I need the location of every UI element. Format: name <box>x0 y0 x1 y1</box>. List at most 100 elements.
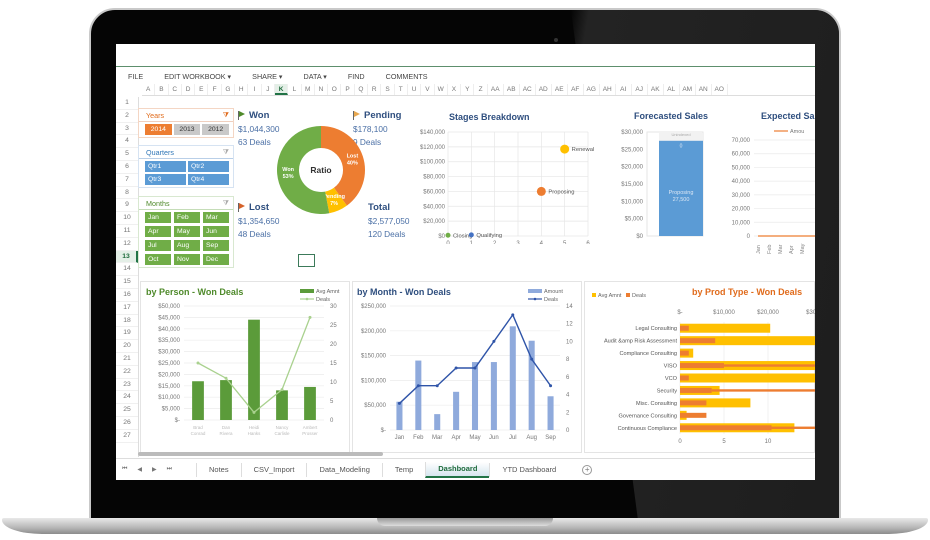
tab-data-modeling[interactable]: Data_Modeling <box>306 462 381 477</box>
column-header-G[interactable]: G <box>222 84 236 95</box>
first-sheet-icon[interactable]: ⏮ <box>122 466 127 473</box>
row-header-3[interactable]: 3 <box>116 123 138 136</box>
row-header-8[interactable]: 8 <box>116 187 138 200</box>
month-button-jan[interactable]: Jan <box>145 212 171 223</box>
column-header-R[interactable]: R <box>368 84 382 95</box>
column-header-AJ[interactable]: AJ <box>632 84 648 95</box>
tab-csv-import[interactable]: CSV_Import <box>240 462 307 477</box>
month-button-jun[interactable]: Jun <box>203 226 229 237</box>
row-header-23[interactable]: 23 <box>116 379 138 392</box>
month-button-apr[interactable]: Apr <box>145 226 171 237</box>
quarter-button-qtr2[interactable]: Qtr2 <box>188 161 229 172</box>
column-header-I[interactable]: I <box>248 84 262 95</box>
row-header-15[interactable]: 15 <box>116 276 138 289</box>
menu-item-data[interactable]: DATA ▾ <box>292 70 336 84</box>
column-header-B[interactable]: B <box>155 84 169 95</box>
quarter-button-qtr4[interactable]: Qtr4 <box>188 174 229 185</box>
menu-item-find[interactable]: FIND <box>336 70 374 84</box>
column-header-Y[interactable]: Y <box>461 84 475 95</box>
row-header-1[interactable]: 1 <box>116 97 138 110</box>
clear-filter-icon[interactable]: ⧩ <box>223 109 229 121</box>
column-header-AK[interactable]: AK <box>648 84 664 95</box>
row-header-20[interactable]: 20 <box>116 340 138 353</box>
prev-sheet-icon[interactable]: ◀ <box>137 466 142 473</box>
column-header-A[interactable]: A <box>142 84 156 95</box>
month-button-mar[interactable]: Mar <box>203 212 229 223</box>
row-header-4[interactable]: 4 <box>116 135 138 149</box>
column-header-AH[interactable]: AH <box>600 84 616 95</box>
column-header-E[interactable]: E <box>195 84 209 95</box>
column-header-H[interactable]: H <box>235 84 249 95</box>
column-header-C[interactable]: C <box>169 84 182 95</box>
tab-dashboard[interactable]: Dashboard <box>425 461 490 478</box>
column-header-K[interactable]: K <box>274 84 289 95</box>
month-button-aug[interactable]: Aug <box>174 240 200 251</box>
month-button-dec[interactable]: Dec <box>203 254 229 265</box>
column-header-AE[interactable]: AE <box>552 84 568 95</box>
column-header-AA[interactable]: AA <box>488 84 504 95</box>
column-header-AD[interactable]: AD <box>536 84 552 95</box>
column-header-AL[interactable]: AL <box>664 84 680 95</box>
year-button-2014[interactable]: 2014 <box>145 124 172 135</box>
column-header-Z[interactable]: Z <box>474 84 488 95</box>
column-header-AC[interactable]: AC <box>520 84 536 95</box>
column-header-W[interactable]: W <box>435 84 448 95</box>
row-header-10[interactable]: 10 <box>116 212 138 225</box>
row-header-21[interactable]: 21 <box>116 353 138 366</box>
clear-filter-icon[interactable]: ⧩ <box>223 146 229 158</box>
column-header-AG[interactable]: AG <box>584 84 600 95</box>
row-header-26[interactable]: 26 <box>116 417 138 430</box>
row-header-27[interactable]: 27 <box>116 430 138 443</box>
column-header-V[interactable]: V <box>421 84 435 95</box>
row-header-16[interactable]: 16 <box>116 289 138 302</box>
tab-ytd-dashboard[interactable]: YTD Dashboard <box>489 462 568 477</box>
row-header-17[interactable]: 17 <box>116 302 138 315</box>
row-header-22[interactable]: 22 <box>116 366 138 379</box>
column-header-AF[interactable]: AF <box>568 84 584 95</box>
column-header-S[interactable]: S <box>381 84 395 95</box>
menu-item-file[interactable]: FILE <box>116 70 152 84</box>
column-header-L[interactable]: L <box>288 84 302 95</box>
column-header-F[interactable]: F <box>208 84 222 95</box>
last-sheet-icon[interactable]: ⏭ <box>167 466 172 473</box>
tab-temp[interactable]: Temp <box>381 462 425 477</box>
row-header-24[interactable]: 24 <box>116 391 138 405</box>
next-sheet-icon[interactable]: ▶ <box>152 466 157 473</box>
column-header-O[interactable]: O <box>328 84 342 95</box>
column-header-T[interactable]: T <box>395 84 408 95</box>
row-header-11[interactable]: 11 <box>116 225 138 238</box>
horizontal-scrollbar[interactable] <box>138 452 383 456</box>
month-button-jul[interactable]: Jul <box>145 240 171 251</box>
row-header-18[interactable]: 18 <box>116 315 138 328</box>
column-header-AN[interactable]: AN <box>696 84 712 95</box>
row-header-9[interactable]: 9 <box>116 199 138 213</box>
month-button-feb[interactable]: Feb <box>174 212 200 223</box>
row-header-25[interactable]: 25 <box>116 404 138 417</box>
column-header-M[interactable]: M <box>302 84 315 95</box>
month-button-oct[interactable]: Oct <box>145 254 171 265</box>
column-header-AM[interactable]: AM <box>680 84 696 95</box>
row-header-6[interactable]: 6 <box>116 161 138 174</box>
row-header-5[interactable]: 5 <box>116 148 138 161</box>
month-button-may[interactable]: May <box>174 226 200 237</box>
column-header-D[interactable]: D <box>182 84 196 95</box>
column-header-J[interactable]: J <box>262 84 275 95</box>
row-header-14[interactable]: 14 <box>116 263 138 277</box>
quarter-button-qtr3[interactable]: Qtr3 <box>145 174 186 185</box>
column-header-AO[interactable]: AO <box>712 84 728 95</box>
row-header-12[interactable]: 12 <box>116 238 138 251</box>
menu-item-comments[interactable]: COMMENTS <box>374 70 437 84</box>
column-header-N[interactable]: N <box>315 84 329 95</box>
month-button-sep[interactable]: Sep <box>203 240 229 251</box>
month-button-nov[interactable]: Nov <box>174 254 200 265</box>
row-header-13[interactable]: 13 <box>116 250 138 264</box>
selected-cell[interactable] <box>298 254 315 267</box>
column-header-X[interactable]: X <box>448 84 462 95</box>
column-header-Q[interactable]: Q <box>355 84 369 95</box>
year-button-2012[interactable]: 2012 <box>202 124 229 135</box>
add-sheet-icon[interactable]: + <box>582 464 593 475</box>
year-button-2013[interactable]: 2013 <box>173 124 201 135</box>
row-header-7[interactable]: 7 <box>116 174 138 187</box>
tab-notes[interactable]: Notes <box>196 462 241 477</box>
column-header-P[interactable]: P <box>341 84 355 95</box>
